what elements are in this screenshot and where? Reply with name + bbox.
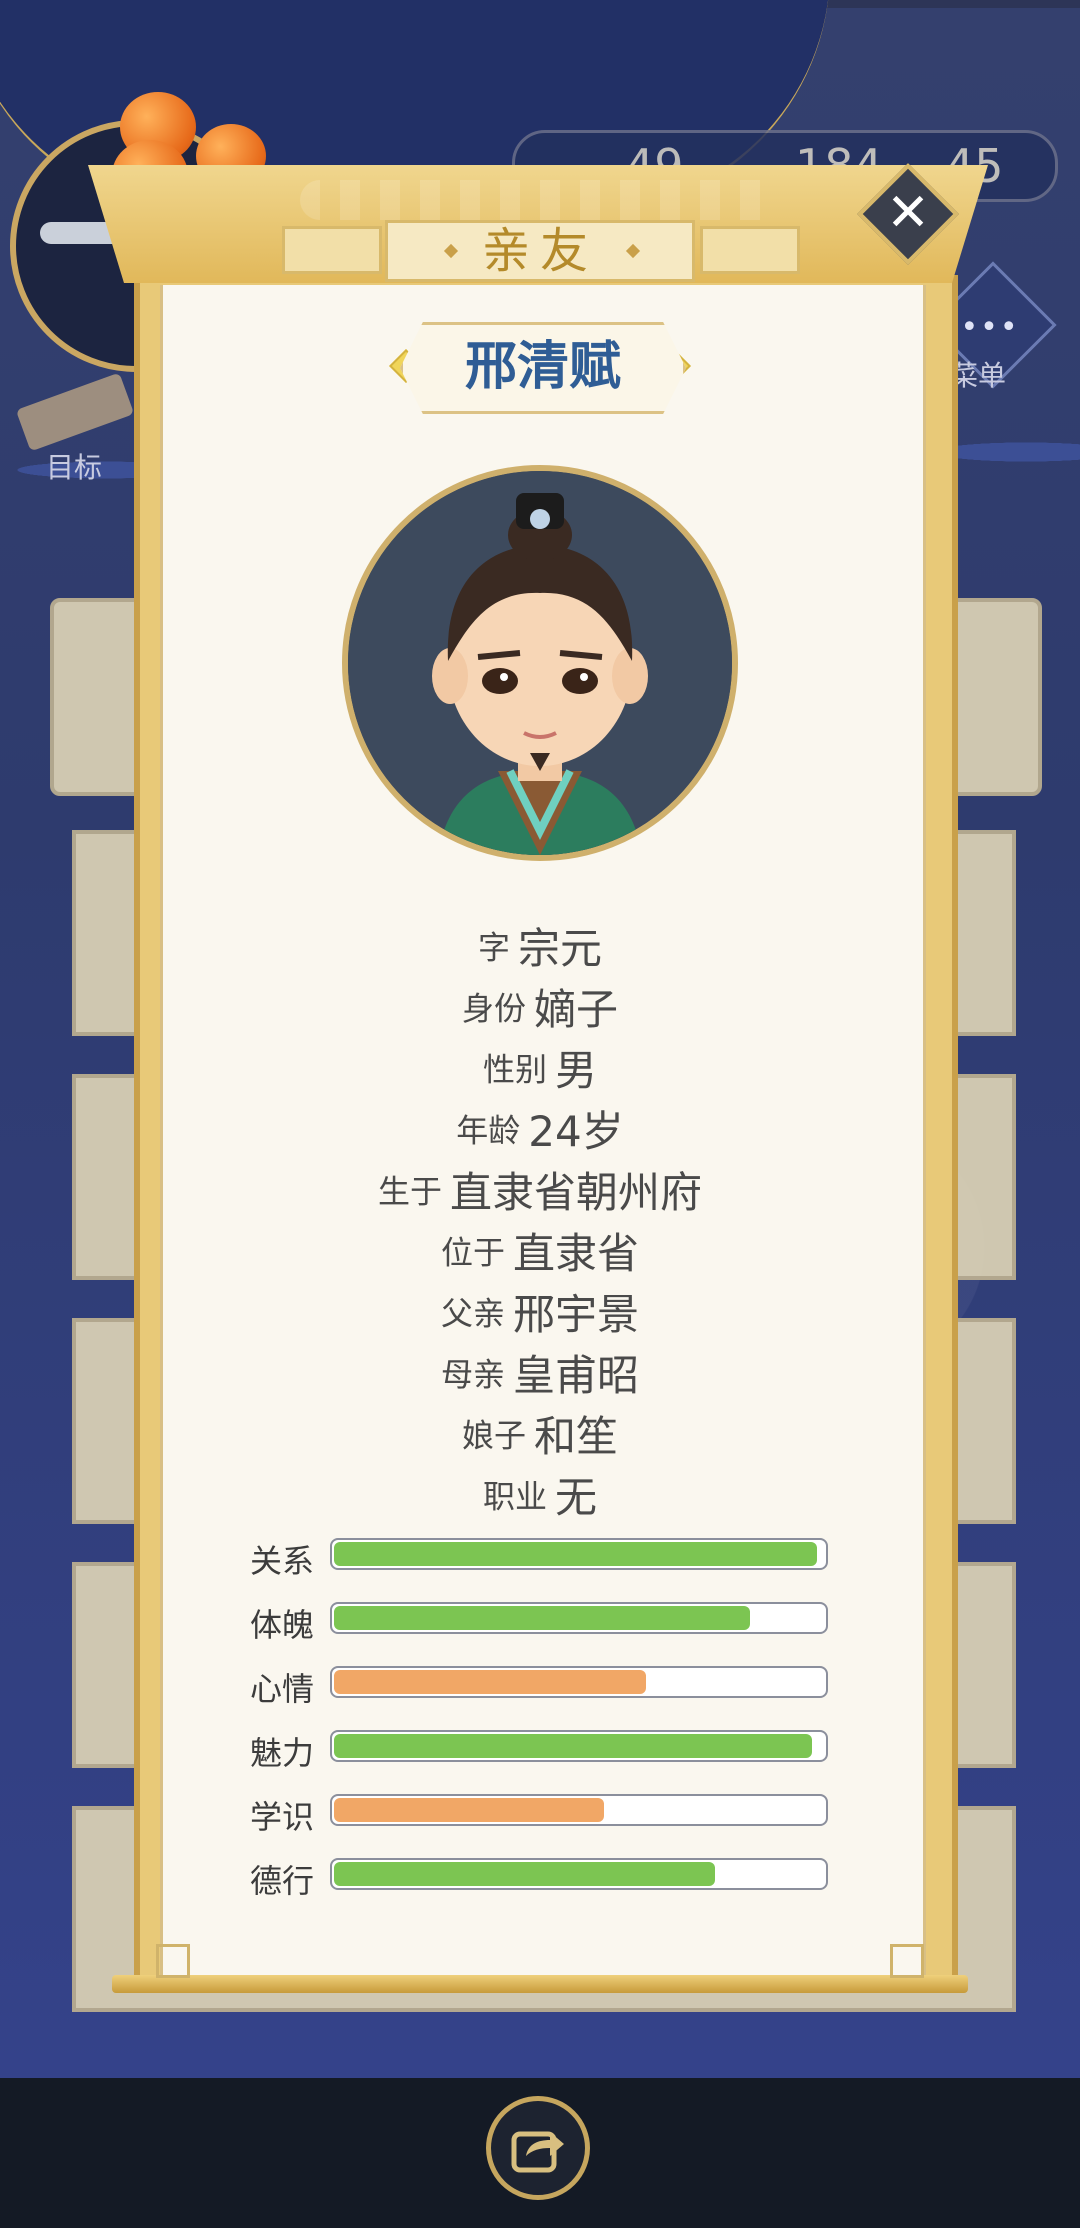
info-row: 年龄 24岁 bbox=[160, 1098, 920, 1159]
stat-bar-fill bbox=[334, 1606, 750, 1630]
info-row: 身份 嫡子 bbox=[160, 976, 920, 1037]
panel-corner bbox=[156, 1944, 190, 1978]
character-name: 邢清赋 bbox=[400, 322, 686, 414]
menu-dots-icon: ••• bbox=[960, 310, 1020, 345]
stat-bar bbox=[330, 1730, 828, 1762]
info-value: 皇甫昭 bbox=[513, 1351, 640, 1400]
goal-label: 目标 bbox=[46, 451, 103, 484]
panel-header-pattern bbox=[300, 180, 780, 220]
info-value: 邢宇景 bbox=[513, 1290, 640, 1339]
stat-bar bbox=[330, 1666, 828, 1698]
info-label: 生于 bbox=[377, 1172, 442, 1211]
title-side-plate bbox=[282, 226, 382, 274]
info-value: 24岁 bbox=[528, 1107, 624, 1156]
character-portrait bbox=[342, 465, 738, 861]
stat-bar-fill bbox=[334, 1862, 716, 1886]
info-row: 父亲 邢宇景 bbox=[160, 1281, 920, 1342]
stat-label: 魅力 bbox=[250, 1734, 315, 1772]
info-label: 父亲 bbox=[440, 1294, 505, 1333]
stat-label: 学识 bbox=[250, 1798, 315, 1836]
panel-bottom-rod bbox=[112, 1975, 968, 1993]
info-label: 性别 bbox=[482, 1050, 547, 1089]
close-icon[interactable]: ✕ bbox=[872, 178, 944, 250]
info-value: 直隶省朝州府 bbox=[450, 1168, 703, 1217]
info-value: 男 bbox=[555, 1046, 598, 1095]
stat-label: 体魄 bbox=[250, 1606, 315, 1644]
character-portrait-image bbox=[348, 471, 732, 855]
stat-bar-fill bbox=[334, 1798, 605, 1822]
panel-title: 亲友 bbox=[385, 220, 695, 282]
info-label: 年龄 bbox=[456, 1111, 521, 1150]
info-row: 字宗元 bbox=[160, 915, 920, 976]
info-row: 娘子 和笙 bbox=[160, 1403, 920, 1464]
stat-bar-fill bbox=[334, 1542, 817, 1566]
share-icon bbox=[511, 2131, 564, 2173]
info-row: 职业无 bbox=[160, 1464, 920, 1525]
panel-corner bbox=[890, 1944, 924, 1978]
info-value: 宗元 bbox=[518, 924, 603, 973]
stat-bar bbox=[330, 1538, 828, 1570]
stat-bar-fill bbox=[334, 1670, 647, 1694]
info-label: 位于 bbox=[440, 1233, 505, 1272]
info-label: 身份 bbox=[461, 989, 526, 1028]
info-value: 无 bbox=[555, 1473, 598, 1522]
stat-label: 德行 bbox=[250, 1862, 315, 1900]
info-value: 直隶省 bbox=[513, 1229, 640, 1278]
info-row: 性别男 bbox=[160, 1037, 920, 1098]
stat-bar bbox=[330, 1794, 828, 1826]
title-side-plate bbox=[700, 226, 800, 274]
menu-label: 菜单 bbox=[950, 359, 1007, 392]
info-row: 位于 直隶省 bbox=[160, 1220, 920, 1281]
info-label: 母亲 bbox=[440, 1355, 505, 1394]
info-label: 字 bbox=[477, 928, 510, 967]
stat-label: 心情 bbox=[250, 1670, 315, 1708]
info-value: 和笙 bbox=[534, 1412, 619, 1461]
stat-bar bbox=[330, 1858, 828, 1890]
info-row: 母亲 皇甫昭 bbox=[160, 1342, 920, 1403]
info-value: 嫡子 bbox=[534, 985, 619, 1034]
stat-bar-fill bbox=[334, 1734, 812, 1758]
info-row: 生于 直隶省朝州府 bbox=[160, 1159, 920, 1220]
stat-bar bbox=[330, 1602, 828, 1634]
info-label: 职业 bbox=[482, 1477, 547, 1516]
stat-label: 关系 bbox=[250, 1542, 315, 1580]
share-button[interactable] bbox=[486, 2096, 590, 2200]
info-label: 娘子 bbox=[461, 1416, 526, 1455]
